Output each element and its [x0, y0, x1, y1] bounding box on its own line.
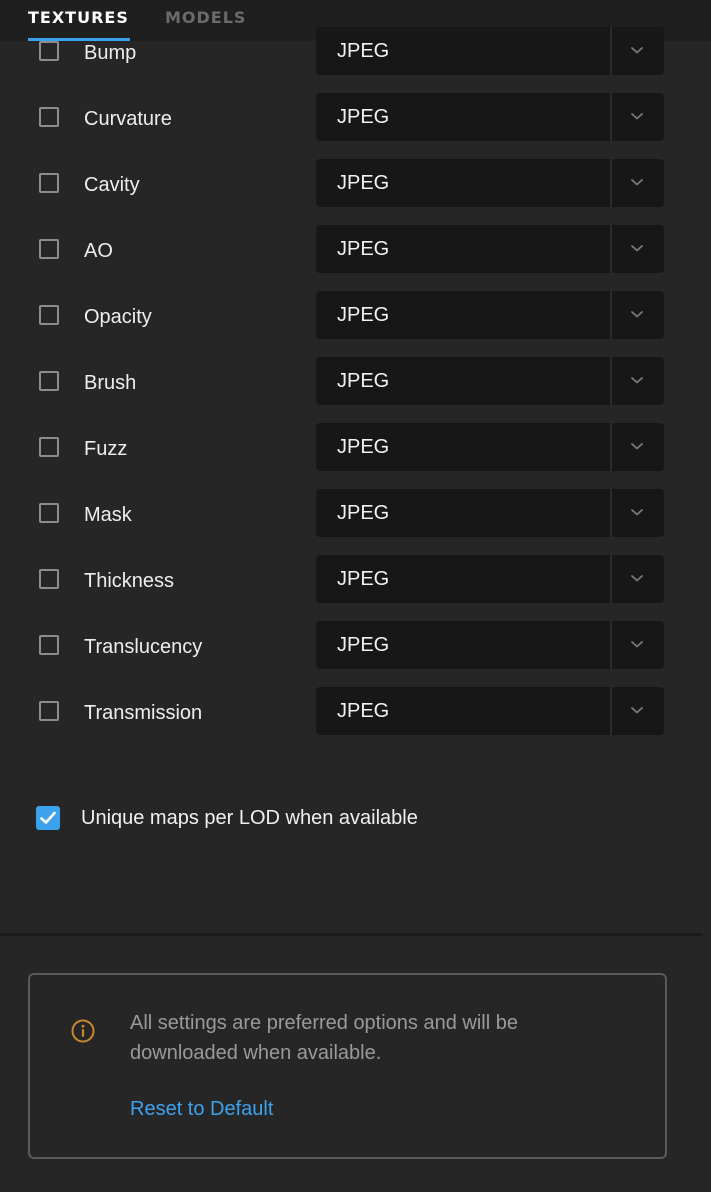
format-select[interactable]: JPEG	[316, 159, 664, 207]
chevron-down-icon[interactable]	[629, 506, 645, 518]
texture-map-row: Curvature JPEG	[0, 93, 711, 144]
format-value: JPEG	[337, 700, 390, 722]
format-value: JPEG	[337, 370, 390, 392]
info-icon	[71, 1019, 95, 1043]
texture-map-row: Fuzz JPEG	[0, 423, 711, 474]
map-label: Opacity	[84, 306, 152, 328]
select-divider	[610, 555, 612, 603]
select-divider	[610, 291, 612, 339]
format-select[interactable]: JPEG	[316, 225, 664, 273]
texture-map-row: Thickness JPEG	[0, 555, 711, 606]
texture-map-row: AO JPEG	[0, 225, 711, 276]
select-divider	[610, 621, 612, 669]
texture-map-row: Cavity JPEG	[0, 159, 711, 210]
map-checkbox[interactable]	[39, 173, 59, 193]
map-label: Curvature	[84, 108, 172, 130]
texture-map-row: Bump JPEG	[0, 27, 711, 78]
format-select[interactable]: JPEG	[316, 27, 664, 75]
map-label: AO	[84, 240, 113, 262]
select-divider	[610, 27, 612, 75]
lod-option[interactable]: Unique maps per LOD when available	[0, 800, 711, 836]
format-value: JPEG	[337, 436, 390, 458]
map-label: Thickness	[84, 570, 175, 592]
map-label: Translucency	[84, 636, 203, 658]
info-text: All settings are preferred options and w…	[130, 1012, 518, 1064]
chevron-down-icon[interactable]	[629, 572, 645, 584]
map-checkbox[interactable]	[39, 41, 59, 61]
select-divider	[610, 687, 612, 735]
map-checkbox[interactable]	[39, 437, 59, 457]
format-value: JPEG	[337, 634, 390, 656]
map-checkbox[interactable]	[39, 305, 59, 325]
format-value: JPEG	[337, 502, 390, 524]
texture-map-row: Transmission JPEG	[0, 687, 711, 738]
section-divider	[0, 933, 703, 936]
texture-map-row: Translucency JPEG	[0, 621, 711, 672]
format-select[interactable]: JPEG	[316, 555, 664, 603]
select-divider	[610, 423, 612, 471]
format-value: JPEG	[337, 172, 390, 194]
format-value: JPEG	[337, 238, 390, 260]
map-label: Bump	[84, 42, 137, 64]
select-divider	[610, 357, 612, 405]
select-divider	[610, 489, 612, 537]
format-value: JPEG	[337, 568, 390, 590]
format-select[interactable]: JPEG	[316, 423, 664, 471]
map-label: Mask	[84, 504, 132, 526]
map-checkbox[interactable]	[39, 701, 59, 721]
format-select[interactable]: JPEG	[316, 687, 664, 735]
map-checkbox[interactable]	[39, 371, 59, 391]
texture-map-row: Mask JPEG	[0, 489, 711, 540]
map-checkbox[interactable]	[39, 503, 59, 523]
chevron-down-icon[interactable]	[629, 176, 645, 188]
chevron-down-icon[interactable]	[629, 638, 645, 650]
lod-checkbox[interactable]	[36, 806, 60, 830]
select-divider	[610, 159, 612, 207]
format-value: JPEG	[337, 106, 390, 128]
reset-to-default-link[interactable]: Reset to Default	[130, 1095, 273, 1123]
format-value: JPEG	[337, 40, 390, 62]
select-divider	[610, 225, 612, 273]
texture-map-row: Opacity JPEG	[0, 291, 711, 342]
chevron-down-icon[interactable]	[629, 110, 645, 122]
map-checkbox[interactable]	[39, 635, 59, 655]
chevron-down-icon[interactable]	[629, 704, 645, 716]
map-checkbox[interactable]	[39, 569, 59, 589]
format-select[interactable]: JPEG	[316, 357, 664, 405]
format-value: JPEG	[337, 304, 390, 326]
format-select[interactable]: JPEG	[316, 489, 664, 537]
map-label: Fuzz	[84, 438, 128, 460]
lod-label: Unique maps per LOD when available	[81, 807, 418, 829]
info-panel: All settings are preferred options and w…	[28, 973, 667, 1159]
chevron-down-icon[interactable]	[629, 44, 645, 56]
format-select[interactable]: JPEG	[316, 291, 664, 339]
checkmark-icon	[40, 811, 56, 824]
chevron-down-icon[interactable]	[629, 308, 645, 320]
chevron-down-icon[interactable]	[629, 440, 645, 452]
select-divider	[610, 93, 612, 141]
texture-map-row: Brush JPEG	[0, 357, 711, 408]
map-checkbox[interactable]	[39, 107, 59, 127]
format-select[interactable]: JPEG	[316, 93, 664, 141]
format-select[interactable]: JPEG	[316, 621, 664, 669]
map-checkbox[interactable]	[39, 239, 59, 259]
map-label: Transmission	[84, 702, 203, 724]
chevron-down-icon[interactable]	[629, 242, 645, 254]
chevron-down-icon[interactable]	[629, 374, 645, 386]
map-label: Cavity	[84, 174, 140, 196]
map-label: Brush	[84, 372, 137, 394]
